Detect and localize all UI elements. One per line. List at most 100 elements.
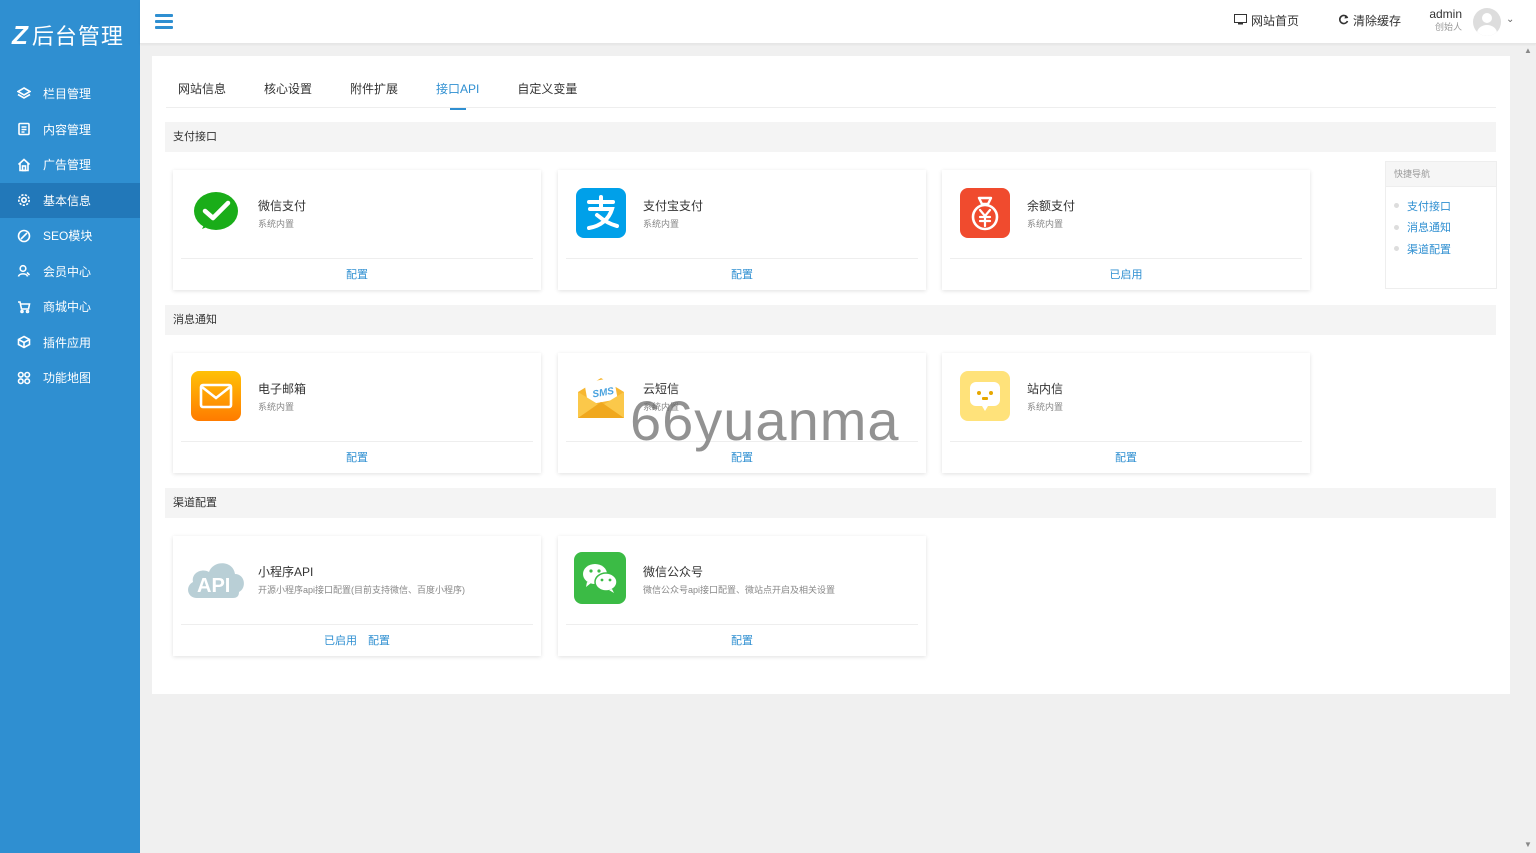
api-cloud-icon: API bbox=[183, 554, 249, 604]
chevron-down-icon[interactable]: ⌄ bbox=[1506, 14, 1514, 25]
quick-nav: 快捷导航 支付接口 消息通知 渠道配置 bbox=[1385, 161, 1497, 289]
sidebar-item-shop[interactable]: 商城中心 bbox=[0, 289, 140, 325]
sidebar-item-content[interactable]: 内容管理 bbox=[0, 112, 140, 148]
scroll-up-arrow-icon[interactable]: ▲ bbox=[1524, 46, 1532, 55]
logo-mark: Z bbox=[12, 19, 28, 50]
sidebar-item-seo[interactable]: SEO模块 bbox=[0, 218, 140, 254]
avatar[interactable] bbox=[1473, 8, 1501, 36]
card-actions: 已启用 配置 bbox=[173, 632, 541, 648]
user-info[interactable]: admin 创始人 bbox=[1426, 6, 1462, 32]
card-title: 站内信 bbox=[1027, 382, 1064, 396]
card-title: 电子邮箱 bbox=[258, 382, 307, 396]
sms-envelope-icon: SMS bbox=[576, 371, 626, 421]
quick-nav-item-payment[interactable]: 支付接口 bbox=[1394, 195, 1496, 217]
card-desc: 系统内置 bbox=[1027, 402, 1064, 412]
card-actions: 配置 bbox=[558, 266, 926, 282]
tab-site-info[interactable]: 网站信息 bbox=[166, 78, 226, 108]
card-desc: 开源小程序api接口配置(目前支持微信、百度小程序) bbox=[258, 585, 466, 595]
clear-cache-link[interactable]: 清除缓存 bbox=[1338, 12, 1401, 29]
card-desc: 微信公众号api接口配置、微站点开启及相关设置 bbox=[643, 585, 836, 595]
card-desc: 系统内置 bbox=[643, 402, 680, 412]
grid-icon bbox=[17, 371, 31, 385]
sidebar-item-column[interactable]: 栏目管理 bbox=[0, 76, 140, 112]
quick-nav-item-notify[interactable]: 消息通知 bbox=[1394, 217, 1496, 239]
configure-button[interactable]: 配置 bbox=[368, 635, 390, 647]
sidebar-item-label: 功能地图 bbox=[43, 371, 92, 386]
logo[interactable]: Z 后台管理 bbox=[0, 0, 140, 70]
card-actions: 配置 bbox=[558, 632, 926, 648]
enabled-button[interactable]: 已启用 bbox=[324, 635, 357, 647]
card-desc: 系统内置 bbox=[643, 219, 680, 229]
mail-icon bbox=[191, 371, 241, 421]
card-actions: 配置 bbox=[558, 449, 926, 465]
card-title: 微信支付 bbox=[258, 199, 307, 213]
user-role: 创始人 bbox=[1434, 22, 1462, 32]
section-title-channel: 渠道配置 bbox=[165, 488, 1496, 518]
tab-core-settings[interactable]: 核心设置 bbox=[252, 78, 312, 108]
site-home-link[interactable]: 网站首页 bbox=[1234, 12, 1299, 29]
layers-icon bbox=[17, 86, 31, 101]
settings-tabs: 网站信息 核心设置 附件扩展 接口API 自定义变量 bbox=[166, 78, 1496, 110]
card-alipay: 支付宝支付 系统内置 配置 bbox=[558, 170, 926, 290]
configure-button[interactable]: 配置 bbox=[731, 635, 753, 647]
alipay-icon bbox=[576, 188, 626, 238]
card-title: 小程序API bbox=[258, 565, 314, 579]
sidebar-item-label: 基本信息 bbox=[43, 193, 92, 208]
divider bbox=[950, 441, 1302, 442]
api-icon-text: API bbox=[197, 575, 230, 597]
sidebar-item-label: SEO模块 bbox=[43, 229, 93, 244]
card-title: 微信公众号 bbox=[643, 565, 704, 579]
sidebar-item-ads[interactable]: 广告管理 bbox=[0, 147, 140, 183]
user-name: admin bbox=[1429, 7, 1462, 21]
logo-text: 后台管理 bbox=[31, 24, 124, 49]
sidebar-item-label: 会员中心 bbox=[43, 264, 92, 279]
sidebar-item-label: 商城中心 bbox=[43, 300, 92, 315]
sidebar-item-basic-info[interactable]: 基本信息 bbox=[0, 182, 140, 218]
card-sms: SMS 云短信 系统内置 配置 bbox=[558, 353, 926, 473]
divider bbox=[181, 441, 533, 442]
sidebar-item-members[interactable]: 会员中心 bbox=[0, 254, 140, 290]
quick-nav-item-channel[interactable]: 渠道配置 bbox=[1394, 238, 1496, 260]
tab-custom-vars[interactable]: 自定义变量 bbox=[505, 78, 577, 108]
card-email: 电子邮箱 系统内置 配置 bbox=[173, 353, 541, 473]
gear-icon bbox=[17, 193, 31, 207]
divider bbox=[566, 441, 918, 442]
wechat-pay-icon bbox=[191, 188, 241, 238]
top-header: 网站首页 清除缓存 admin 创始人 ⌄ bbox=[140, 0, 1536, 44]
divider bbox=[181, 258, 533, 259]
configure-button[interactable]: 配置 bbox=[731, 452, 753, 464]
document-icon bbox=[17, 122, 31, 136]
menu-toggle-icon[interactable] bbox=[155, 14, 173, 30]
configure-button[interactable]: 配置 bbox=[1115, 452, 1137, 464]
configure-button[interactable]: 配置 bbox=[346, 452, 368, 464]
card-miniapp-api: API 小程序API 开源小程序api接口配置(目前支持微信、百度小程序) 已启… bbox=[173, 536, 541, 656]
sidebar: Z 后台管理 栏目管理 内容管理 广告管理 基本信息 SEO模块 会员中心 商城… bbox=[0, 0, 140, 853]
card-title: 支付宝支付 bbox=[643, 199, 704, 213]
card-desc: 系统内置 bbox=[1027, 219, 1064, 229]
quick-nav-label: 消息通知 bbox=[1407, 222, 1451, 235]
sidebar-item-label: 插件应用 bbox=[43, 335, 92, 350]
clear-cache-label: 清除缓存 bbox=[1353, 14, 1402, 28]
sidebar-item-plugins[interactable]: 插件应用 bbox=[0, 325, 140, 361]
tab-api[interactable]: 接口API bbox=[424, 78, 479, 110]
configure-button[interactable]: 配置 bbox=[346, 269, 368, 281]
divider bbox=[566, 258, 918, 259]
divider bbox=[181, 624, 533, 625]
scroll-down-arrow-icon[interactable]: ▼ bbox=[1524, 840, 1532, 849]
enabled-button[interactable]: 已启用 bbox=[1110, 269, 1143, 281]
card-inbox: 站内信 系统内置 配置 bbox=[942, 353, 1310, 473]
card-actions: 配置 bbox=[173, 266, 541, 282]
site-home-label: 网站首页 bbox=[1251, 14, 1300, 28]
card-actions: 配置 bbox=[173, 449, 541, 465]
tab-attachments[interactable]: 附件扩展 bbox=[338, 78, 398, 108]
card-actions: 已启用 bbox=[942, 266, 1310, 282]
monitor-icon bbox=[1234, 13, 1247, 28]
card-desc: 系统内置 bbox=[258, 219, 295, 229]
quick-nav-title: 快捷导航 bbox=[1386, 162, 1496, 187]
configure-button[interactable]: 配置 bbox=[731, 269, 753, 281]
compass-icon bbox=[17, 229, 31, 243]
card-desc: 系统内置 bbox=[258, 402, 295, 412]
card-title: 余额支付 bbox=[1027, 199, 1076, 213]
sidebar-item-sitemap[interactable]: 功能地图 bbox=[0, 360, 140, 396]
divider bbox=[950, 258, 1302, 259]
